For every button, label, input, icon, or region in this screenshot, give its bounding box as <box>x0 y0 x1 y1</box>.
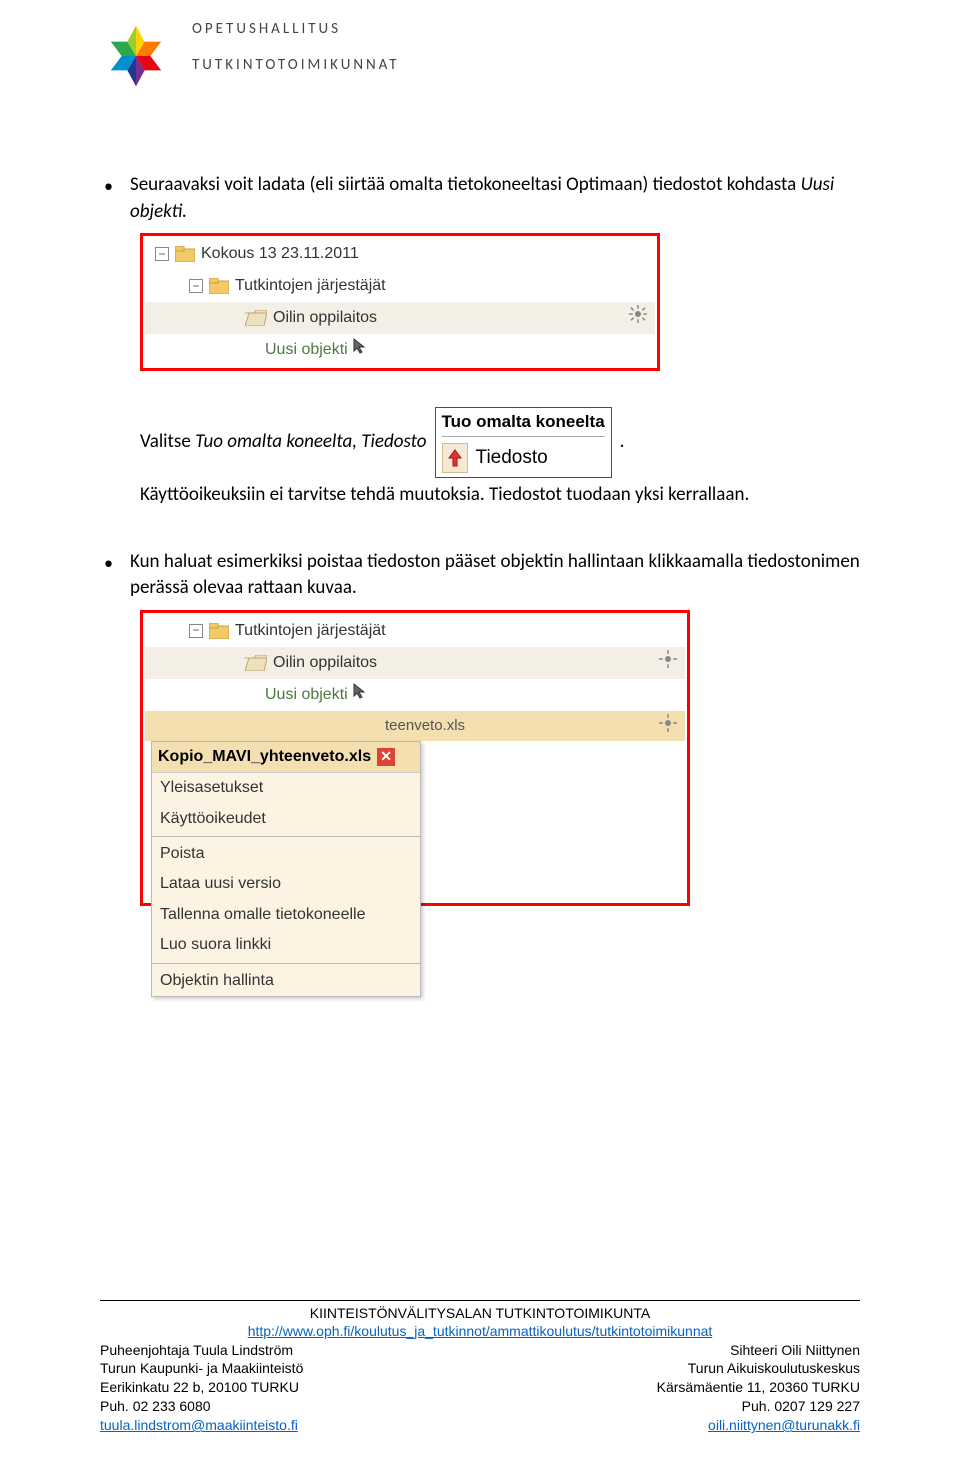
footer-url[interactable]: http://www.oph.fi/koulutus_ja_tutkinnot/… <box>248 1323 713 1339</box>
bullet-1: • Seuraavaksi voit ladata (eli siirtää o… <box>100 172 860 225</box>
tree-child-label[interactable]: Oilin oppilaitos <box>273 307 377 329</box>
bullet-2: • Kun haluat esimerkiksi poistaa tiedost… <box>100 549 860 602</box>
bullet-1-text: Seuraavaksi voit ladata (eli siirtää oma… <box>130 173 801 196</box>
footer-left-2: Turun Kaupunki- ja Maakiinteistö <box>100 1359 303 1378</box>
menu-title-label: Kopio_MAVI_yhteenveto.xls <box>158 746 371 768</box>
tree-root-label[interactable]: Kokous 13 23.11.2011 <box>201 243 359 265</box>
valitse-line: Valitse Tuo omalta koneelta, Tiedosto Tu… <box>140 407 860 478</box>
footer-title: KIINTEISTÖNVÄLITYSALAN TUTKINTOTOIMIKUNT… <box>100 1305 860 1321</box>
screenshot-tree-1: − Kokous 13 23.11.2011 − Tutkintojen jär… <box>140 233 660 371</box>
logo-icon <box>100 20 172 92</box>
folder-icon <box>209 623 229 639</box>
menu-item[interactable]: Lataa uusi versio <box>152 869 420 899</box>
tree-child-label[interactable]: Tutkintojen järjestäjät <box>235 275 386 297</box>
folder-icon <box>175 246 195 262</box>
screenshot-tuo-box: Tuo omalta koneelta Tiedosto <box>435 407 612 478</box>
folder-open-icon <box>245 655 267 671</box>
footer-right-2: Turun Aikuiskoulutuskeskus <box>657 1359 860 1378</box>
valitse-pre: Valitse <box>140 430 195 453</box>
bullet-2-text: Kun haluat esimerkiksi poistaa tiedoston… <box>130 549 860 602</box>
gear-icon[interactable] <box>629 305 647 330</box>
footer-right-1: Sihteeri Oili Niittynen <box>657 1341 860 1360</box>
footer-right-3: Kärsämäentie 11, 20360 TURKU <box>657 1378 860 1397</box>
valitse-em: Tuo omalta koneelta, Tiedosto <box>195 430 426 453</box>
collapse-icon[interactable]: − <box>155 247 169 261</box>
menu-item[interactable]: Objektin hallinta <box>152 966 420 996</box>
footer-left-4: Puh. 02 233 6080 <box>100 1397 303 1416</box>
context-menu: Kopio_MAVI_yhteenveto.xls ✕ Yleisasetuks… <box>151 741 421 997</box>
tree-child-label[interactable]: Tutkintojen järjestäjät <box>235 620 386 642</box>
file-partial-label: teenveto.xls <box>385 715 465 736</box>
menu-item[interactable]: Käyttöoikeudet <box>152 804 420 834</box>
cursor-icon <box>352 337 370 362</box>
menu-item[interactable]: Luo suora linkki <box>152 930 420 960</box>
upload-icon[interactable] <box>442 443 468 473</box>
menu-item[interactable]: Yleisasetukset <box>152 773 420 803</box>
gear-icon[interactable] <box>659 714 677 738</box>
new-object-link[interactable]: Uusi objekti <box>265 684 348 706</box>
bullet-icon: • <box>100 172 130 199</box>
page-header: OPETUSHALLITUS TUTKINTOTOIMIKUNNAT <box>100 20 860 92</box>
folder-icon <box>209 278 229 294</box>
header-org-2: TUTKINTOTOIMIKUNNAT <box>192 56 400 74</box>
folder-open-icon <box>245 310 267 326</box>
footer-left-3: Eerikinkatu 22 b, 20100 TURKU <box>100 1378 303 1397</box>
cursor-icon <box>352 682 370 707</box>
menu-item[interactable]: Tallenna omalle tietokoneelle <box>152 900 420 930</box>
header-org-1: OPETUSHALLITUS <box>192 20 400 38</box>
gear-icon[interactable] <box>659 650 677 675</box>
footer-right-email[interactable]: oili.niittynen@turunakk.fi <box>708 1417 860 1433</box>
tuo-title: Tuo omalta koneelta <box>442 410 605 437</box>
tuo-item-label[interactable]: Tiedosto <box>476 445 548 472</box>
collapse-icon[interactable]: − <box>189 279 203 293</box>
menu-item[interactable]: Poista <box>152 839 420 869</box>
tree-child-label[interactable]: Oilin oppilaitos <box>273 652 377 674</box>
screenshot-tree-2: − Tutkintojen järjestäjät Oilin oppilait… <box>140 610 690 906</box>
close-icon[interactable]: ✕ <box>377 748 395 766</box>
page-footer: KIINTEISTÖNVÄLITYSALAN TUTKINTOTOIMIKUNT… <box>100 1300 860 1435</box>
footer-right-4: Puh. 0207 129 227 <box>657 1397 860 1416</box>
footer-left-email[interactable]: tuula.lindstrom@maakiinteisto.fi <box>100 1417 298 1433</box>
new-object-link[interactable]: Uusi objekti <box>265 339 348 361</box>
line-3: Käyttöoikeuksiin ei tarvitse tehdä muuto… <box>140 482 860 509</box>
collapse-icon[interactable]: − <box>189 624 203 638</box>
bullet-icon: • <box>100 549 130 576</box>
footer-left-1: Puheenjohtaja Tuula Lindström <box>100 1341 303 1360</box>
